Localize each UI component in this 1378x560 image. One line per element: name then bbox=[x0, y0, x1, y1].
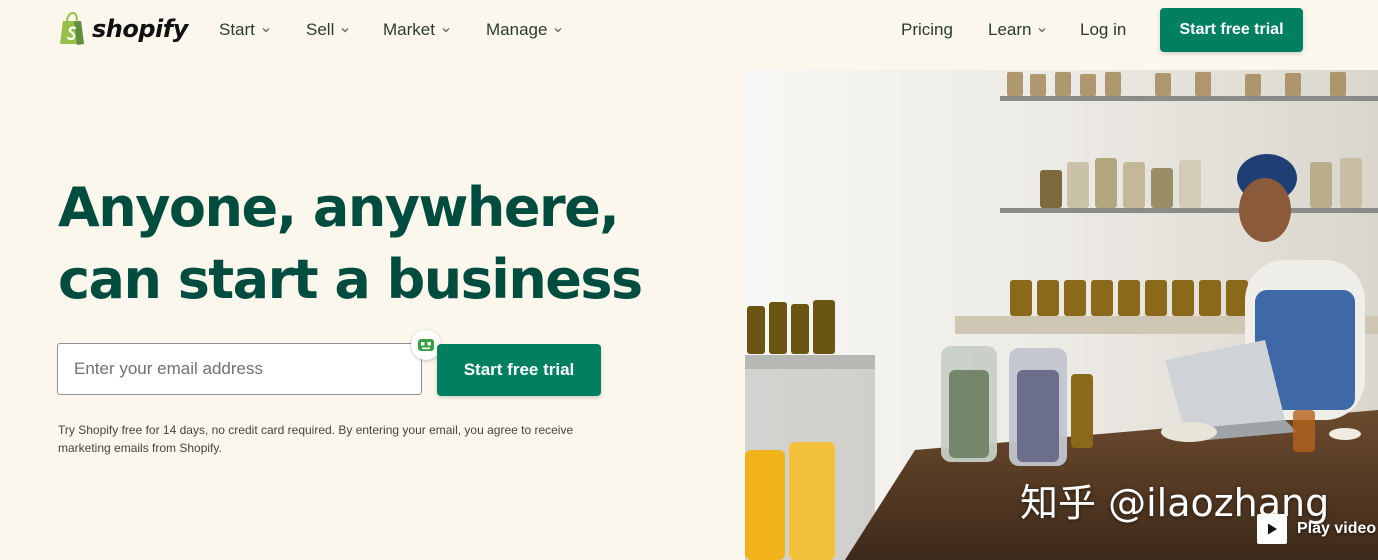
play-video-label: Play video bbox=[1297, 520, 1377, 537]
chevron-down-icon bbox=[554, 27, 562, 33]
nav-start[interactable]: Start bbox=[219, 20, 271, 40]
nav-start-free-trial-button[interactable]: Start free trial bbox=[1160, 8, 1303, 52]
disclaimer-line2: marketing emails from Shopify. bbox=[58, 441, 222, 455]
chevron-down-icon bbox=[442, 27, 450, 33]
shopping-bag-icon bbox=[60, 12, 84, 45]
disclaimer-line1: Try Shopify free for 14 days, no credit … bbox=[58, 423, 574, 437]
nav-learn-label: Learn bbox=[988, 20, 1032, 39]
nav-learn[interactable]: Learn bbox=[988, 20, 1047, 40]
nav-sell[interactable]: Sell bbox=[306, 20, 350, 40]
shopify-logo[interactable]: shopify bbox=[58, 12, 188, 46]
nav-pricing[interactable]: Pricing bbox=[901, 20, 953, 40]
hero-headline-line2: can start a business bbox=[58, 248, 643, 311]
top-navigation: shopify Start Sell Market Manage Pricing… bbox=[0, 0, 1378, 62]
email-input[interactable] bbox=[57, 343, 422, 395]
hero-start-free-trial-button[interactable]: Start free trial bbox=[437, 344, 601, 396]
hero-headline-line1: Anyone, anywhere, bbox=[58, 176, 620, 239]
play-icon bbox=[1257, 514, 1287, 544]
nav-login-label: Log in bbox=[1080, 20, 1127, 39]
nav-pricing-label: Pricing bbox=[901, 20, 953, 39]
chevron-down-icon bbox=[341, 27, 349, 33]
nav-start-label: Start bbox=[219, 20, 255, 39]
nav-manage-label: Manage bbox=[486, 20, 548, 39]
nav-market[interactable]: Market bbox=[383, 20, 451, 40]
nav-login[interactable]: Log in bbox=[1080, 20, 1126, 40]
hero-headline: Anyone, anywhere, can start a business bbox=[58, 172, 738, 316]
nav-market-label: Market bbox=[383, 20, 435, 39]
logo-wordmark: shopify bbox=[92, 15, 188, 43]
signup-disclaimer: Try Shopify free for 14 days, no credit … bbox=[58, 421, 598, 457]
nav-sell-label: Sell bbox=[306, 20, 335, 39]
nav-manage[interactable]: Manage bbox=[486, 20, 563, 40]
chevron-down-icon bbox=[262, 27, 270, 33]
play-video-button[interactable]: Play video bbox=[1257, 514, 1376, 544]
robot-icon bbox=[418, 339, 434, 351]
chevron-down-icon bbox=[1038, 27, 1047, 33]
